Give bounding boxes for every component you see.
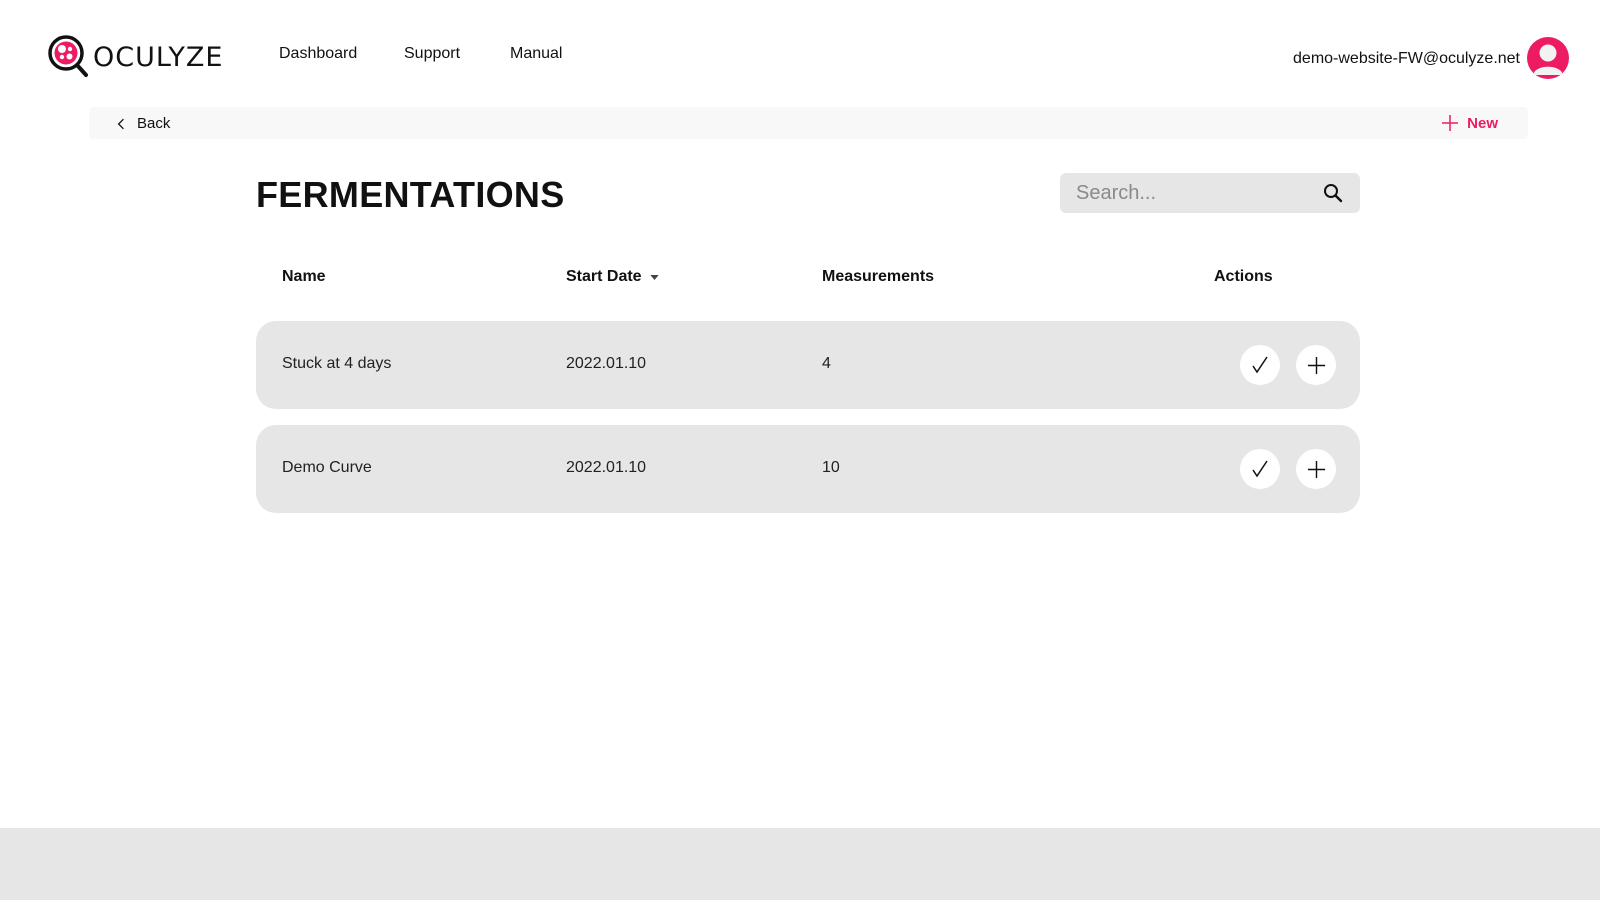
user-avatar[interactable] (1527, 37, 1569, 79)
row-start-date: 2022.01.10 (566, 355, 647, 372)
column-header-start-date[interactable]: Start Date (566, 268, 659, 286)
action-toolbar: Back New (89, 107, 1528, 139)
column-header-start-date-label: Start Date (566, 268, 642, 285)
caret-down-icon (649, 274, 659, 280)
search-input[interactable] (1060, 173, 1310, 213)
footer (0, 828, 1600, 900)
search-box (1060, 173, 1360, 213)
column-header-measurements[interactable]: Measurements (822, 268, 934, 286)
plus-icon (1442, 115, 1459, 131)
column-header-actions: Actions (1214, 268, 1273, 285)
check-icon (1252, 460, 1268, 478)
nav-support[interactable]: Support (404, 45, 460, 63)
row-name: Stuck at 4 days (282, 355, 392, 372)
chevron-left-icon (117, 118, 124, 129)
table-row[interactable]: Demo Curve 2022.01.10 10 (256, 425, 1360, 513)
oculyze-logo[interactable]: OCULYZE (47, 34, 223, 80)
logo-text: OCULYZE (93, 41, 224, 73)
table-row[interactable]: Stuck at 4 days 2022.01.10 4 (256, 321, 1360, 409)
add-measurement-button[interactable] (1296, 449, 1336, 489)
add-measurement-button[interactable] (1296, 345, 1336, 385)
row-measurements: 10 (822, 459, 840, 476)
back-button[interactable]: Back (117, 115, 170, 132)
check-icon (1252, 356, 1268, 374)
column-header-name[interactable]: Name (282, 268, 326, 286)
user-email[interactable]: demo-website-FW@oculyze.net (1293, 50, 1520, 68)
back-button-label: Back (137, 115, 171, 132)
user-avatar-icon (1533, 44, 1563, 75)
page-title: FERMENTATIONS (256, 174, 565, 215)
table-header: Name Start Date Measurements Actions (256, 258, 1360, 298)
new-button[interactable]: New (1441, 114, 1498, 132)
magnifier-petri-icon (48, 35, 88, 77)
nav-dashboard[interactable]: Dashboard (279, 45, 357, 63)
plus-icon (1307, 356, 1325, 374)
search-icon[interactable] (1322, 182, 1344, 204)
finish-fermentation-button[interactable] (1240, 345, 1280, 385)
nav-manual[interactable]: Manual (510, 45, 562, 63)
new-button-label: New (1467, 114, 1498, 132)
top-header: OCULYZE Dashboard Support Manual demo-we… (0, 0, 1600, 100)
row-name: Demo Curve (282, 459, 372, 476)
plus-icon (1307, 460, 1325, 478)
finish-fermentation-button[interactable] (1240, 449, 1280, 489)
row-start-date: 2022.01.10 (566, 459, 647, 476)
row-measurements: 4 (822, 355, 831, 372)
